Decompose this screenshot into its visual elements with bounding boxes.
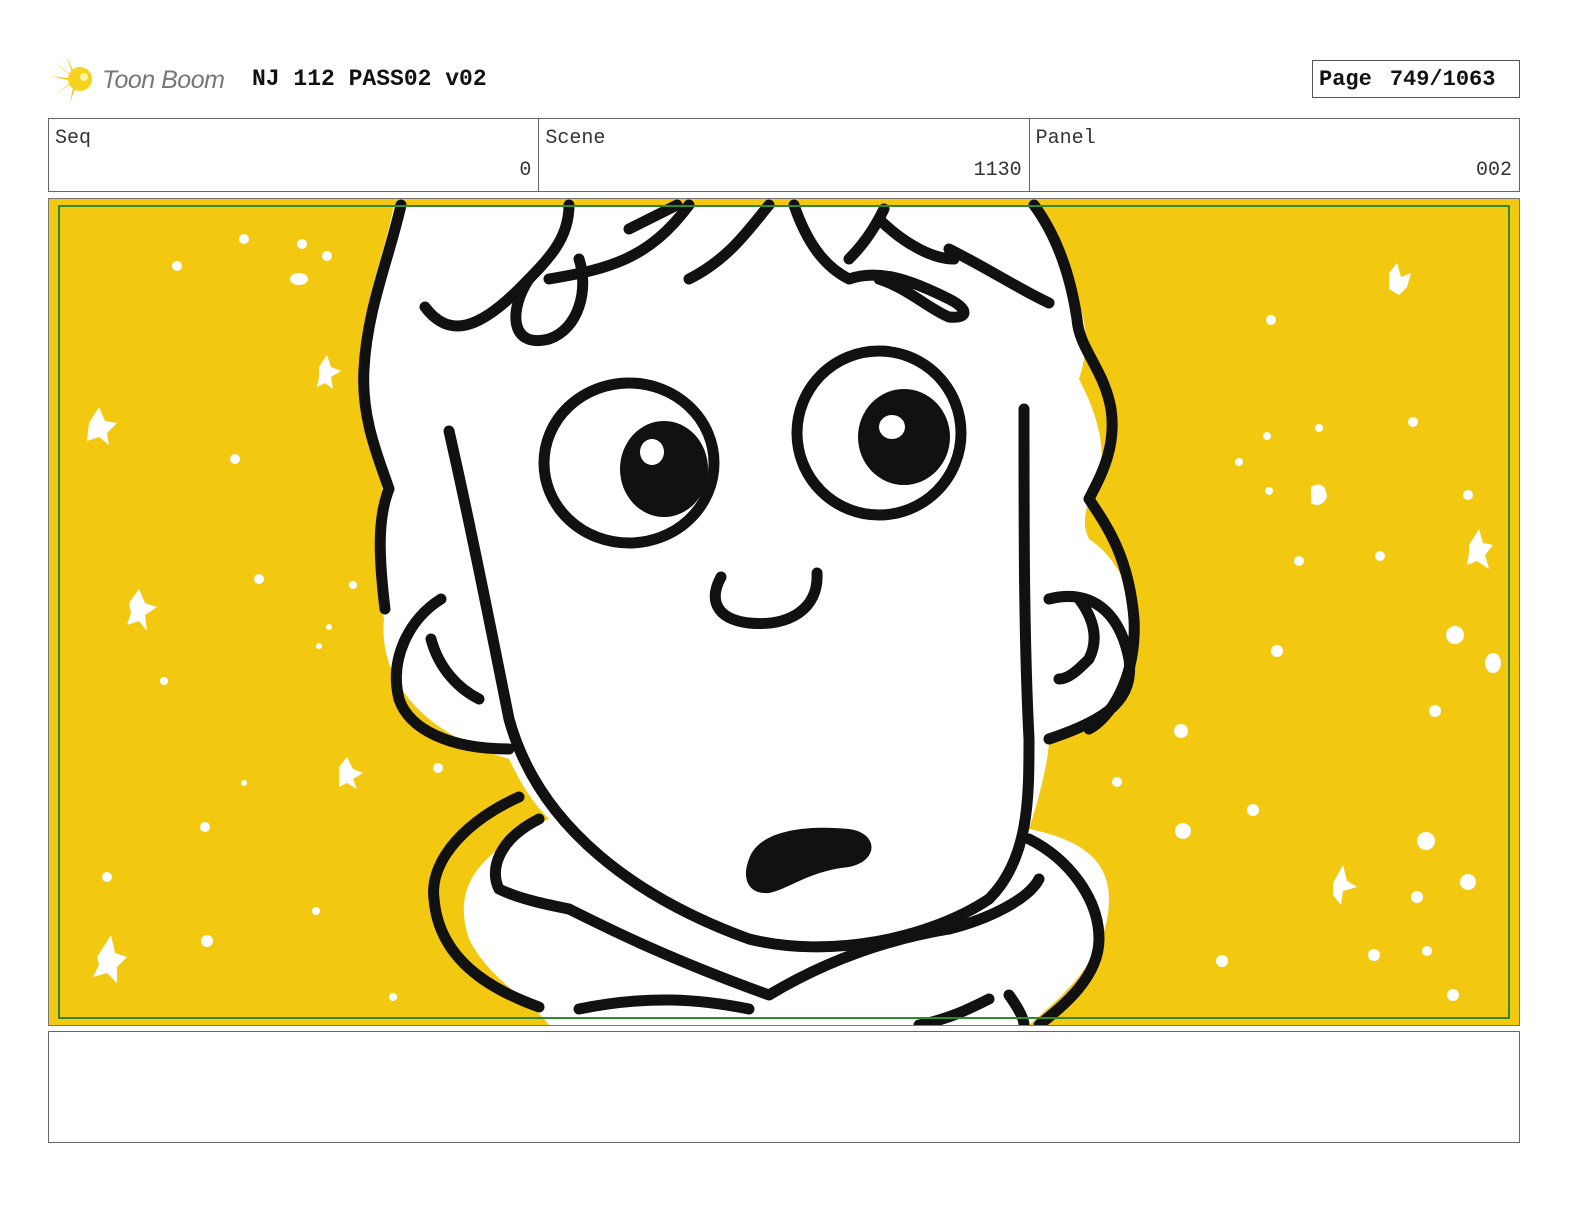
seq-cell: Seq 0 [49, 119, 540, 191]
seq-label: Seq [55, 127, 92, 150]
panel-value: 002 [1475, 159, 1512, 182]
panel-label: Panel [1035, 127, 1096, 150]
character-drawing [49, 199, 1519, 1025]
scene-label: Scene [545, 127, 606, 150]
seq-value: 0 [519, 159, 532, 182]
page-header: Toon Boom NJ 112 PASS02 v02 Page 749/1063 [48, 50, 1520, 110]
scene-cell: Scene 1130 [539, 119, 1030, 191]
document-title: NJ 112 PASS02 v02 [252, 66, 487, 92]
panel-cell: Panel 002 [1030, 119, 1519, 191]
toon-boom-logo-icon: Toon Boom [48, 52, 238, 106]
storyboard-panel-image [48, 198, 1520, 1026]
page-counter: Page 749/1063 [1312, 60, 1520, 98]
panel-info-row: Seq 0 Scene 1130 Panel 002 [48, 118, 1520, 192]
scene-value: 1130 [973, 159, 1022, 182]
page-label: Page [1319, 67, 1372, 92]
panel-notes-box [48, 1031, 1520, 1143]
page-value: 749/1063 [1389, 67, 1496, 92]
logo-text: Toon Boom [102, 66, 225, 94]
